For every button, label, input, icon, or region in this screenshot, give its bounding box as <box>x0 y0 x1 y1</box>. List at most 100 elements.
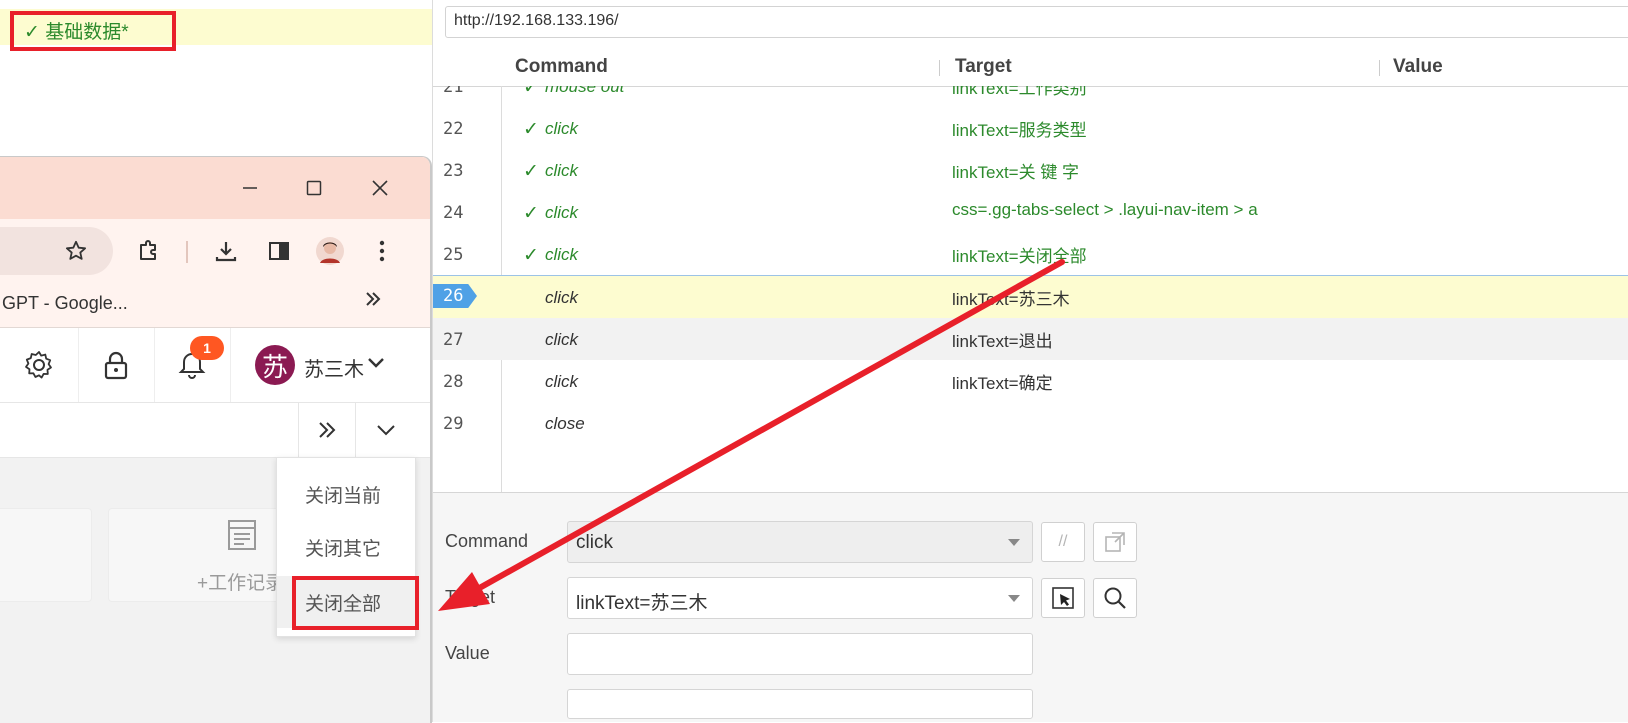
side-panel-icon <box>269 242 289 260</box>
row-number: 27 <box>443 330 464 350</box>
bookmark-star-button[interactable] <box>58 233 94 269</box>
lock-icon <box>104 351 128 380</box>
base-url-input[interactable]: http://192.168.133.196/ <box>445 6 1628 38</box>
command-row[interactable]: 28 click linkText=确定 <box>433 360 1628 402</box>
command-row[interactable]: 21 ✓ mouse out linkText=工作类别 <box>433 86 1628 107</box>
dropdown-arrow-icon <box>1008 539 1020 546</box>
external-link-icon <box>1105 532 1125 552</box>
app-header: 1 苏 苏三木 <box>0 328 430 403</box>
profile-avatar-icon <box>316 237 344 265</box>
close-icon <box>372 180 388 196</box>
test-suite-panel: ✓ 基础数据* GPT - Google... 1 苏 苏三木 +工作记录 关闭… <box>0 0 432 723</box>
command-row[interactable]: 27 click linkText=退出 <box>433 318 1628 360</box>
download-icon <box>215 242 237 262</box>
document-icon <box>226 518 258 557</box>
toolbar-divider <box>186 241 188 263</box>
bookmarks-bar: GPT - Google... <box>0 281 430 328</box>
row-number: 21 <box>443 86 464 97</box>
work-record-label: +工作记录 <box>197 573 285 594</box>
double-chevron-right-icon <box>319 422 336 438</box>
tabs-options-button[interactable] <box>355 403 416 457</box>
row-command: click <box>545 203 579 222</box>
command-row-current[interactable]: 26 click linkText=苏三木 <box>433 276 1628 318</box>
suite-item-label: ✓ 基础数据* <box>24 22 129 43</box>
menu-item-close-others[interactable]: 关闭其它 <box>277 521 415 573</box>
bookmark-link[interactable]: GPT - Google... <box>2 293 128 314</box>
comment-toggle-button[interactable]: // <box>1041 522 1085 562</box>
suite-item[interactable]: ✓ 基础数据* <box>0 9 432 45</box>
more-vertical-icon <box>379 240 385 262</box>
row-number: 28 <box>443 372 464 392</box>
side-panel-button[interactable] <box>261 233 297 269</box>
command-editor: Command click // Target linkText=苏三木 Val… <box>433 493 1628 722</box>
search-icon <box>1104 587 1126 609</box>
page-tabs-row <box>0 403 430 458</box>
extensions-button[interactable] <box>131 233 167 269</box>
command-row[interactable]: 25 ✓ click linkText=关闭全部 <box>433 233 1628 275</box>
column-header-target: Target <box>955 56 1012 77</box>
row-number: 22 <box>443 119 464 139</box>
command-select-value: click <box>576 532 613 553</box>
tabs-scroll-right-button[interactable] <box>298 403 355 457</box>
user-name-link[interactable]: 苏三木 <box>304 353 364 382</box>
pass-check-icon: ✓ <box>523 245 539 266</box>
minimize-button[interactable] <box>230 171 270 205</box>
puzzle-icon <box>140 240 156 260</box>
row-number: 23 <box>443 161 464 181</box>
menu-item-close-all[interactable]: 关闭全部 <box>277 576 415 628</box>
chevron-down-icon <box>377 425 395 436</box>
select-target-button[interactable] <box>1041 578 1085 618</box>
target-input[interactable]: linkText=苏三木 <box>567 577 1033 619</box>
row-target: css=.gg-tabs-select > .layui-nav-item > … <box>952 200 1258 219</box>
selenium-ide-panel: http://192.168.133.196/ Command Target V… <box>432 0 1628 722</box>
browser-window: GPT - Google... 1 苏 苏三木 +工作记录 关闭当前 关闭其它 … <box>0 156 432 723</box>
downloads-button[interactable] <box>208 233 244 269</box>
value-input[interactable] <box>567 633 1033 675</box>
pass-check-icon: ✓ <box>523 86 539 98</box>
row-command: close <box>545 414 585 433</box>
row-number: 29 <box>443 414 464 434</box>
bookmarks-overflow-button[interactable] <box>364 289 382 315</box>
row-command: click <box>545 119 579 138</box>
browser-menu-button[interactable] <box>364 233 400 269</box>
pass-check-icon: ✓ <box>523 119 539 140</box>
command-label: Command <box>445 531 529 551</box>
description-input[interactable] <box>567 689 1033 719</box>
cursor-select-icon <box>1052 587 1074 609</box>
pass-check-icon: ✓ <box>523 161 539 182</box>
value-label: Value <box>445 643 490 663</box>
command-row[interactable]: 23 ✓ click linkText=关 键 字 <box>433 149 1628 191</box>
command-row[interactable]: 24 ✓ click css=.gg-tabs-select > .layui-… <box>433 191 1628 233</box>
tab-close-menu: 关闭当前 关闭其它 关闭全部 <box>276 457 416 637</box>
notification-badge: 1 <box>190 336 224 360</box>
row-target: linkText=关 键 字 <box>952 163 1080 182</box>
open-reference-button[interactable] <box>1093 522 1137 562</box>
maximize-icon <box>306 180 322 196</box>
maximize-button[interactable] <box>294 171 334 205</box>
address-bar[interactable] <box>0 227 113 275</box>
profile-button[interactable] <box>312 233 348 269</box>
menu-item-close-current[interactable]: 关闭当前 <box>277 468 415 520</box>
target-label: Target <box>445 587 496 607</box>
user-avatar[interactable]: 苏 <box>255 345 295 385</box>
row-target: linkText=确定 <box>952 374 1053 393</box>
lock-button[interactable] <box>78 328 155 402</box>
row-command: click <box>545 288 579 307</box>
row-target: linkText=退出 <box>952 332 1053 351</box>
shortcut-card[interactable] <box>0 508 92 602</box>
row-number: 25 <box>443 245 464 265</box>
row-target: linkText=工作类别 <box>952 86 1087 98</box>
column-divider <box>939 60 940 76</box>
minimize-icon <box>243 187 257 189</box>
command-row[interactable]: 29 close <box>433 402 1628 444</box>
target-input-value: linkText=苏三木 <box>576 593 708 614</box>
command-select[interactable]: click <box>567 521 1033 563</box>
pass-check-icon: ✓ <box>523 203 539 224</box>
commands-table: 21 ✓ mouse out linkText=工作类别 22 ✓ click … <box>433 86 1628 493</box>
row-target: linkText=服务类型 <box>952 121 1087 140</box>
command-row[interactable]: 22 ✓ click linkText=服务类型 <box>433 107 1628 149</box>
settings-button[interactable] <box>0 328 79 402</box>
close-window-button[interactable] <box>360 171 400 205</box>
chevron-down-icon <box>366 352 386 377</box>
find-target-button[interactable] <box>1093 578 1137 618</box>
